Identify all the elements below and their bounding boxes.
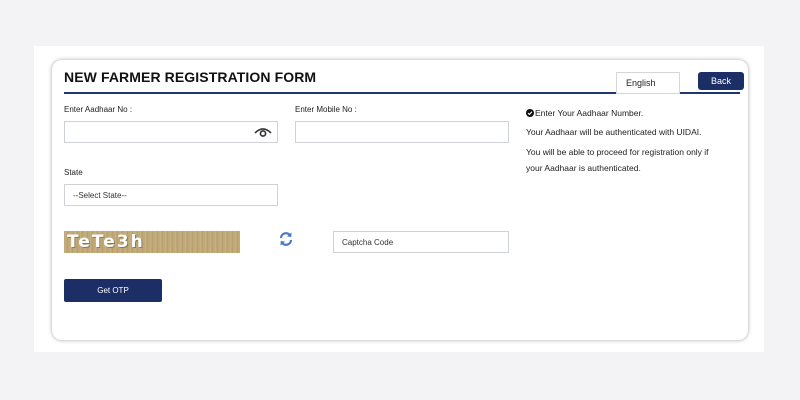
eye-icon[interactable] (254, 126, 272, 138)
language-select[interactable]: English (616, 72, 680, 94)
info-line-4: your Aadhaar is authenticated. (526, 163, 641, 173)
state-select[interactable]: --Select State-- (64, 184, 278, 206)
aadhaar-input[interactable] (64, 121, 278, 143)
captcha-input[interactable]: Captcha Code (333, 231, 509, 253)
get-otp-button[interactable]: Get OTP (64, 279, 162, 302)
refresh-icon[interactable] (278, 231, 294, 247)
mobile-label: Enter Mobile No : (295, 105, 357, 114)
captcha-placeholder: Captcha Code (342, 238, 394, 247)
captcha-image: TeTe3h (64, 231, 240, 253)
aadhaar-label: Enter Aadhaar No : (64, 105, 133, 114)
state-label: State (64, 168, 83, 177)
state-select-value: --Select State-- (73, 191, 127, 200)
mobile-input[interactable] (295, 121, 509, 143)
form-title: NEW FARMER REGISTRATION FORM (64, 69, 317, 85)
info-line-1: Enter Your Aadhaar Number. (526, 108, 643, 118)
captcha-image-text: TeTe3h (67, 232, 145, 252)
back-button[interactable]: Back (698, 72, 744, 90)
info-line-2: Your Aadhaar will be authenticated with … (526, 127, 702, 137)
info-line-3: You will be able to proceed for registra… (526, 147, 709, 157)
info-line-1-text: Enter Your Aadhaar Number. (535, 108, 644, 118)
check-circle-icon (526, 109, 534, 117)
